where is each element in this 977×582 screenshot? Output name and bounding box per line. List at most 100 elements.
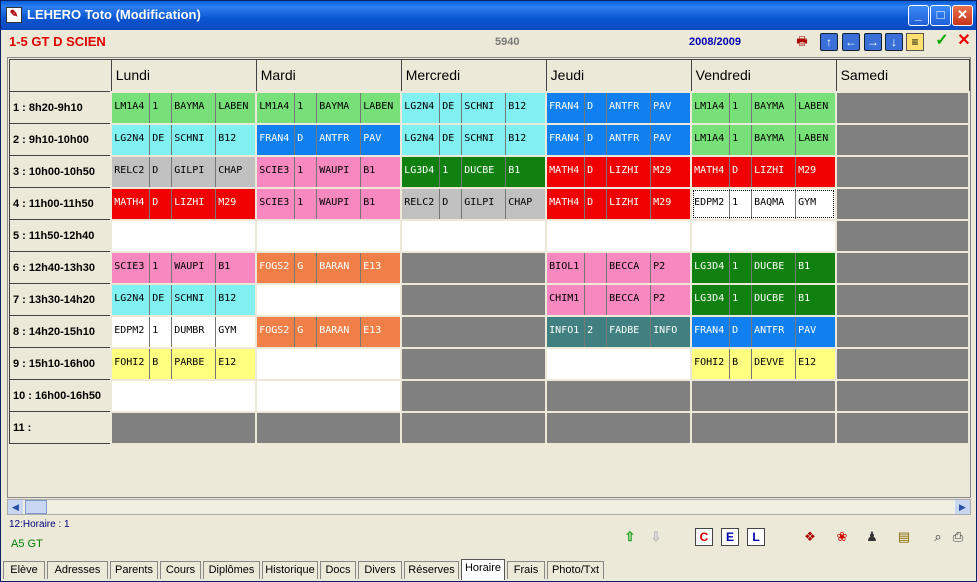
tab-divers[interactable]: Divers bbox=[358, 561, 402, 579]
tab-docs[interactable]: Docs bbox=[320, 561, 356, 579]
empty-cell[interactable] bbox=[545, 218, 693, 253]
course-cell[interactable]: BIOL1 BECCA P2 bbox=[545, 250, 693, 285]
course-cell[interactable]: FRAN4 D ANTFR PAV bbox=[545, 122, 693, 157]
empty-cell[interactable] bbox=[255, 282, 403, 317]
print-icon[interactable]: 🖶 bbox=[793, 33, 811, 51]
c-icon[interactable]: C bbox=[695, 528, 713, 546]
course-cell[interactable]: SCIE3 1 WAUPI B1 bbox=[255, 154, 403, 189]
empty-cell[interactable] bbox=[545, 410, 693, 445]
horizontal-scrollbar[interactable]: ◀ ▶ bbox=[7, 499, 971, 515]
empty-cell[interactable] bbox=[400, 282, 548, 317]
scroll-left-icon[interactable]: ◀ bbox=[8, 500, 23, 514]
course-cell[interactable]: LM1A4 1 BAYMA LABEN bbox=[110, 90, 258, 125]
empty-cell[interactable] bbox=[400, 346, 548, 381]
course-cell[interactable]: LM1A4 1 BAYMA LABEN bbox=[255, 90, 403, 125]
empty-cell[interactable] bbox=[690, 378, 838, 413]
up-arrow-icon[interactable]: ⇧ bbox=[621, 528, 639, 546]
course-cell[interactable]: FRAN4 D ANTFR PAV bbox=[690, 314, 838, 349]
tab-adresses[interactable]: Adresses bbox=[47, 561, 108, 579]
arrow-left-icon[interactable]: ← bbox=[842, 33, 860, 51]
empty-cell[interactable] bbox=[690, 218, 838, 253]
course-cell[interactable]: LG2N4 DE SCHNI B12 bbox=[110, 122, 258, 157]
empty-cell[interactable] bbox=[835, 282, 970, 317]
maximize-button[interactable]: □ bbox=[930, 5, 951, 26]
tab-cours[interactable]: Cours bbox=[160, 561, 201, 579]
course-cell[interactable]: LG3D4 1 DUCBE B1 bbox=[690, 250, 838, 285]
tab-historique[interactable]: Historique bbox=[262, 561, 318, 579]
course-cell[interactable]: RELC2 D GILPI CHAP bbox=[400, 186, 548, 221]
course-cell[interactable]: SCIE3 1 WAUPI B1 bbox=[255, 186, 403, 221]
course-cell[interactable]: MATH4 D LIZHI M29 bbox=[690, 154, 838, 189]
course-cell[interactable]: INFO1 2 FADBE INFO bbox=[545, 314, 693, 349]
course-cell[interactable]: MATH4 D LIZHI M29 bbox=[545, 154, 693, 189]
preview-icon[interactable]: ⌕ bbox=[929, 528, 947, 546]
course-cell[interactable]: LG2N4 DE SCHNI B12 bbox=[400, 90, 548, 125]
course-cell[interactable]: MATH4 D LIZHI M29 bbox=[545, 186, 693, 221]
empty-cell[interactable] bbox=[835, 250, 970, 285]
empty-cell[interactable] bbox=[835, 154, 970, 189]
course-cell[interactable]: FOHI2 B DEVVE E12 bbox=[690, 346, 838, 381]
empty-cell[interactable] bbox=[255, 410, 403, 445]
course-cell[interactable]: FOHI2 B PARBE E12 bbox=[110, 346, 258, 381]
empty-cell[interactable] bbox=[110, 410, 258, 445]
empty-cell[interactable] bbox=[400, 250, 548, 285]
course-cell[interactable]: LM1A4 1 BAYMA LABEN bbox=[690, 122, 838, 157]
course-cell[interactable]: LG3D4 1 DUCBE B1 bbox=[690, 282, 838, 317]
tab-el-ve[interactable]: Elève bbox=[3, 561, 45, 579]
empty-cell[interactable] bbox=[110, 378, 258, 413]
arrow-right-icon[interactable]: → bbox=[864, 33, 882, 51]
scroll-thumb[interactable] bbox=[25, 500, 47, 514]
tab-dipl-mes[interactable]: Diplômes bbox=[203, 561, 260, 579]
course-cell[interactable]: CHIM1 BECCA P2 bbox=[545, 282, 693, 317]
gift-icon[interactable]: ❖ bbox=[801, 528, 819, 546]
empty-cell[interactable] bbox=[835, 314, 970, 349]
empty-cell[interactable] bbox=[255, 378, 403, 413]
course-cell[interactable]: EDPM2 1 BAQMA GYM bbox=[690, 186, 838, 221]
course-cell[interactable]: LM1A4 1 BAYMA LABEN bbox=[690, 90, 838, 125]
app-icon[interactable]: ✎ bbox=[6, 7, 22, 23]
cancel-icon[interactable]: ✕ bbox=[955, 33, 973, 51]
course-cell[interactable]: EDPM2 1 DUMBR GYM bbox=[110, 314, 258, 349]
empty-cell[interactable] bbox=[400, 410, 548, 445]
empty-cell[interactable] bbox=[400, 218, 548, 253]
empty-cell[interactable] bbox=[835, 122, 970, 157]
paw-icon[interactable]: ❀ bbox=[833, 528, 851, 546]
tab-r-serves[interactable]: Réserves bbox=[404, 561, 459, 579]
empty-cell[interactable] bbox=[110, 218, 258, 253]
course-cell[interactable]: LG2N4 DE SCHNI B12 bbox=[400, 122, 548, 157]
empty-cell[interactable] bbox=[835, 346, 970, 381]
empty-cell[interactable] bbox=[255, 218, 403, 253]
course-cell[interactable]: FRAN4 D ANTFR PAV bbox=[255, 122, 403, 157]
l-icon[interactable]: L bbox=[747, 528, 765, 546]
empty-cell[interactable] bbox=[835, 410, 970, 445]
empty-cell[interactable] bbox=[400, 378, 548, 413]
minimize-button[interactable]: _ bbox=[908, 5, 929, 26]
empty-cell[interactable] bbox=[835, 378, 970, 413]
empty-cell[interactable] bbox=[835, 90, 970, 125]
printer-icon[interactable]: ⎙ bbox=[949, 528, 967, 546]
close-button[interactable]: ✕ bbox=[952, 5, 973, 26]
empty-cell[interactable] bbox=[835, 186, 970, 221]
course-cell[interactable]: FOGS2 G BARAN E13 bbox=[255, 314, 403, 349]
course-cell[interactable]: RELC2 D GILPI CHAP bbox=[110, 154, 258, 189]
arrow-down-icon[interactable]: ↓ bbox=[885, 33, 903, 51]
scroll-right-icon[interactable]: ▶ bbox=[955, 500, 970, 514]
notes-icon[interactable]: ▤ bbox=[895, 528, 913, 546]
e-icon[interactable]: E bbox=[721, 528, 739, 546]
tab-frais[interactable]: Frais bbox=[507, 561, 545, 579]
course-cell[interactable]: FOGS2 G BARAN E13 bbox=[255, 250, 403, 285]
empty-cell[interactable] bbox=[400, 314, 548, 349]
tab-parents[interactable]: Parents bbox=[110, 561, 158, 579]
empty-cell[interactable] bbox=[835, 218, 970, 253]
tab-horaire[interactable]: Horaire bbox=[461, 559, 505, 580]
empty-cell[interactable] bbox=[545, 346, 693, 381]
course-cell[interactable]: SCIE3 1 WAUPI B1 bbox=[110, 250, 258, 285]
course-cell[interactable]: MATH4 D LIZHI M29 bbox=[110, 186, 258, 221]
validate-icon[interactable]: ✓ bbox=[933, 33, 951, 51]
empty-cell[interactable] bbox=[255, 346, 403, 381]
tab-photo-txt[interactable]: Photo/Txt bbox=[547, 561, 604, 579]
empty-cell[interactable] bbox=[690, 410, 838, 445]
course-cell[interactable]: FRAN4 D ANTFR PAV bbox=[545, 90, 693, 125]
list-icon[interactable]: ≡ bbox=[906, 33, 924, 51]
users-icon[interactable]: ♟ bbox=[863, 528, 881, 546]
